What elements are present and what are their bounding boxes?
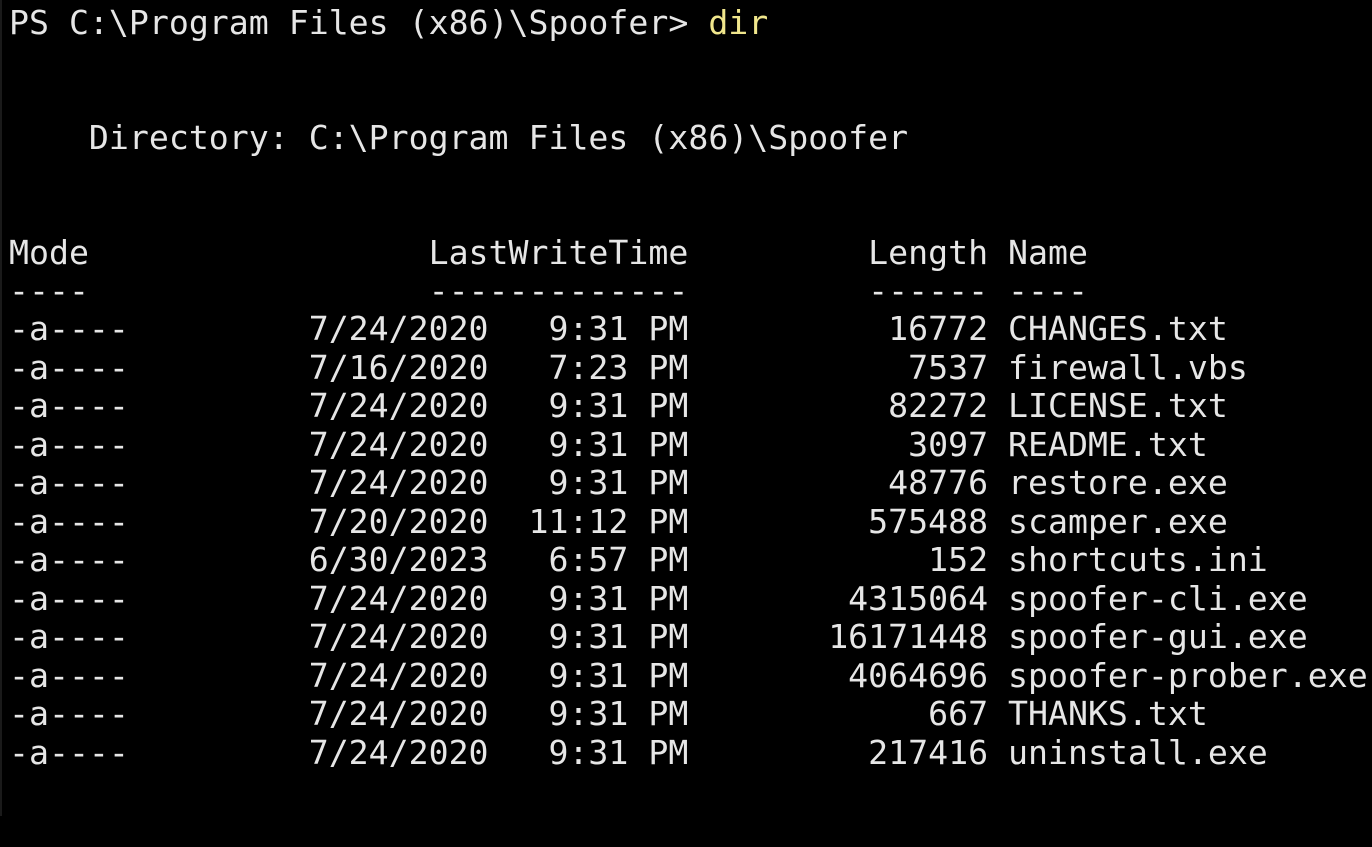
table-row: -a---- 7/24/2020 9:31 PM 3097 README.txt — [9, 424, 1208, 464]
table-row: -a---- 7/24/2020 9:31 PM 82272 LICENSE.t… — [9, 386, 1228, 425]
prompt-path: PS C:\Program Files (x86)\Spoofer> — [9, 3, 709, 42]
directory-line: Directory: C:\Program Files (x86)\Spoofe… — [9, 118, 909, 157]
table-header-underline: ---- ------------- ------ ---- — [9, 271, 1088, 310]
table-row: -a---- 7/24/2020 9:31 PM 217416 uninstal… — [9, 732, 1268, 772]
table-row: -a---- 7/24/2020 9:31 PM 16772 CHANGES.t… — [9, 309, 1228, 348]
table-row: -a---- 7/16/2020 7:23 PM 7537 firewall.v… — [9, 347, 1248, 387]
prompt-command: dir — [708, 3, 769, 42]
table-row: -a---- 6/30/2023 6:57 PM 152 shortcuts.i… — [9, 540, 1268, 579]
table-row: -a---- 7/24/2020 9:31 PM 48776 restore.e… — [9, 463, 1228, 502]
table-row: -a---- 7/24/2020 9:31 PM 16171448 spoofe… — [9, 617, 1308, 656]
table-row: -a---- 7/20/2020 11:12 PM 575488 scamper… — [9, 501, 1228, 541]
table-row: -a---- 7/24/2020 9:31 PM 4315064 spoofer… — [9, 578, 1308, 618]
table-header: Mode LastWriteTime Length Name — [9, 233, 1088, 272]
window-left-edge — [0, 0, 2, 816]
table-row: -a---- 7/24/2020 9:31 PM 667 THANKS.txt — [9, 694, 1208, 733]
terminal-window[interactable]: PS C:\Program Files (x86)\Spoofer> dir D… — [0, 0, 1372, 816]
table-row: -a---- 7/24/2020 9:31 PM 4064696 spoofer… — [9, 655, 1368, 695]
prompt-line: PS C:\Program Files (x86)\Spoofer> dir — [9, 3, 769, 43]
